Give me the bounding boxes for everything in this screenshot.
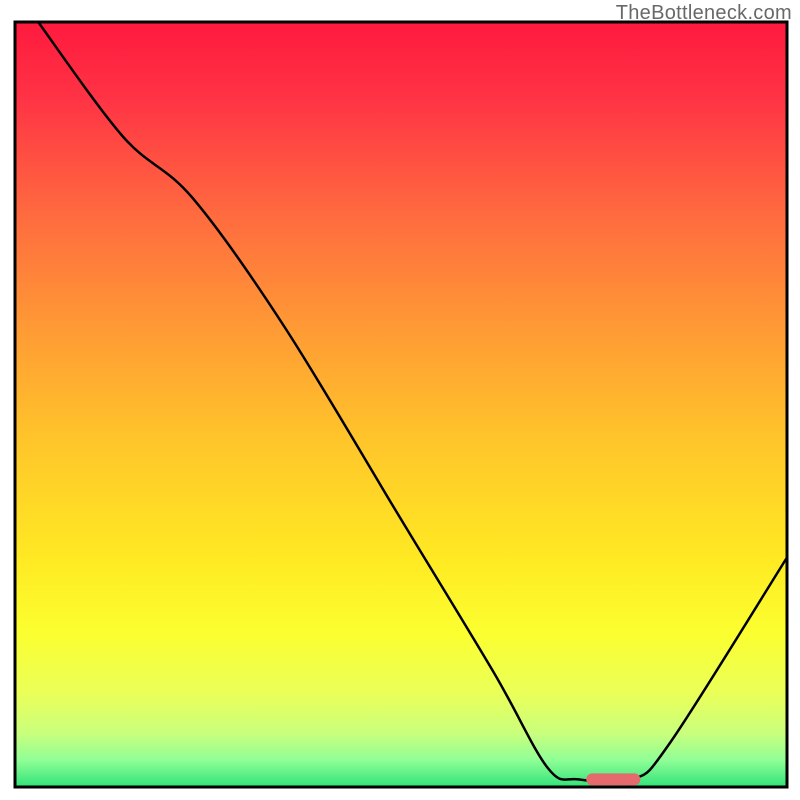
watermark-text: TheBottleneck.com xyxy=(616,2,792,25)
plot-background xyxy=(15,22,787,787)
bottleneck-chart: TheBottleneck.com xyxy=(0,0,800,800)
chart-canvas xyxy=(0,0,800,800)
optimal-marker xyxy=(586,773,640,785)
